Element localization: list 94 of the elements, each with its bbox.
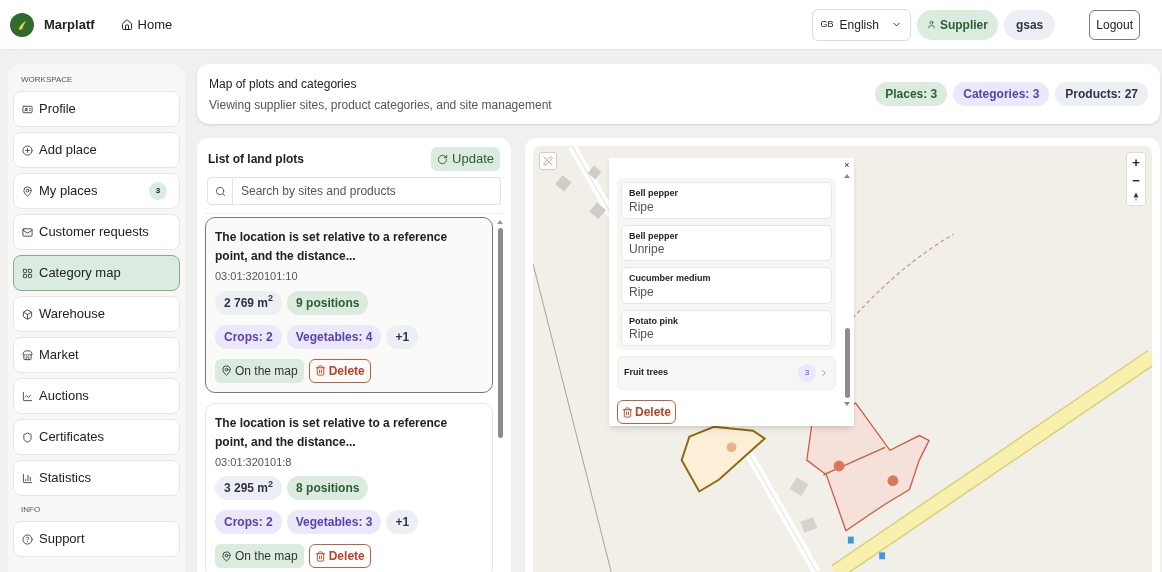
category-row[interactable]: Fruit trees 3 [617,356,836,390]
plot-card[interactable]: The location is set relative to a reference point, and the distance... 03:01:320101:10 2 769 m$^{2}$ 9 positions Crops: 2 Vegetables: 4 +1 On the map Delete [205,217,493,393]
area-badge: 2 769 m$^{2}$ [215,290,283,315]
product-name: Bell pepper [629,229,679,243]
stat-badge: Categories: 3 [953,82,1050,106]
box-icon [22,308,33,320]
trash-icon [314,550,326,562]
sidebar-item[interactable]: Market [13,337,180,373]
sidebar-item[interactable]: My places 3 [13,173,180,209]
chevron-right-icon [819,368,829,378]
home-icon [120,18,133,31]
plot-title: The location is set relative to a reference point, and the distance... [215,414,449,451]
sidebar-item[interactable]: Customer requests [13,214,180,250]
stat-badge: Products: 27 [1055,82,1148,106]
user-icon [926,20,936,29]
page-title: Map of plots and categories [209,75,358,93]
store-icon [22,349,33,361]
product-card[interactable]: Potato pink Ripe [621,309,832,346]
close-button[interactable]: × [844,161,850,170]
tag: +1 [386,324,419,349]
pin-icon [22,185,33,197]
product-state: Ripe [629,328,655,341]
user-badge: gsas [1003,9,1056,40]
delete-button[interactable]: Delete [308,544,371,568]
count-badge: 3 [798,364,816,382]
scrollbar[interactable] [844,328,850,398]
sidebar-item[interactable]: Support [13,521,180,557]
tag: Crops: 2 [215,510,282,534]
plus-icon [22,144,33,156]
section-heading: INFO [20,504,42,516]
product-state: Ripe [629,285,655,299]
scroll-down-icon[interactable] [844,402,850,406]
edit-off-icon[interactable] [539,152,557,170]
sidebar-item[interactable]: Certificates [13,419,180,455]
product-state: Ripe [629,200,655,214]
shield-icon [22,431,33,443]
panel-title: List of land plots [208,151,304,168]
sidebar-item[interactable]: Profile [13,91,180,127]
section-heading: WORKSPACE [20,74,74,86]
sidebar-item[interactable]: Add place [13,132,180,168]
plot-title: The location is set relative to a reference point, and the distance... [215,229,449,265]
trash-icon [622,406,633,418]
area-badge: 3 295 m$^{2}$ [215,476,283,500]
search-icon [214,185,226,197]
product-state: Unripe [629,243,666,256]
help-icon [22,533,33,545]
product-name: Bell pepper [629,187,679,200]
product-name: Cucumber medium [629,272,712,285]
sidebar-item[interactable]: Auctions [13,378,180,414]
zoom-in-button[interactable]: + [1132,153,1140,171]
positions-badge: 8 positions [287,476,369,500]
tag: Vegetables: 4 [286,324,382,349]
tag: +1 [386,510,419,534]
language-select[interactable]: GB English [811,8,911,41]
plot-number: 03:01:320101:8 [215,454,293,470]
profile-icon [22,103,33,115]
sidebar-item[interactable]: Category map [13,255,180,291]
stat-badge: Places: 3 [875,82,948,106]
compass-icon[interactable] [1133,192,1139,202]
show-on-map-button[interactable]: On the map [215,358,304,383]
sidebar-item[interactable]: Statistics [13,460,180,496]
refresh-icon [437,153,449,165]
home-link[interactable]: Home [120,14,173,35]
pin-icon [221,365,232,376]
scroll-up-icon[interactable] [497,220,503,224]
plot-number: 03:01:320101:10 [215,269,299,284]
mail-icon [22,226,33,238]
sidebar-item[interactable]: Warehouse [13,296,180,332]
product-name: Potato pink [629,314,679,328]
pin-icon [221,550,232,562]
chart-icon [22,390,33,402]
product-card[interactable]: Bell pepper Unripe [621,224,832,261]
show-on-map-button[interactable]: On the map [215,544,304,568]
positions-badge: 9 positions [287,290,369,315]
plot-card[interactable]: The location is set relative to a reference point, and the distance... 03:01:320101:8 3 295 m$^{2}$ 8 positions Crops: 2 Vegetables: 3 +1 On the map Delete [205,402,493,572]
tag: Vegetables: 3 [286,510,382,534]
trash-icon [314,365,326,376]
brand-name: Marplatf [44,15,95,34]
role-badge[interactable]: Supplier [916,9,998,40]
zoom-out-button[interactable]: − [1132,171,1140,189]
logo-icon [10,12,34,37]
grid-icon [22,267,33,279]
logout-button[interactable]: Logout [1089,9,1140,40]
update-button[interactable]: Update [431,147,500,171]
chart-icon [22,472,33,484]
product-card[interactable]: Bell pepper Ripe [621,182,832,219]
tag: Crops: 2 [215,324,282,349]
count-badge: 3 [149,182,167,200]
search-field[interactable]: Search by sites and products [233,177,501,205]
scroll-up-icon[interactable] [844,174,850,178]
delete-button[interactable]: Delete [308,358,371,383]
delete-button[interactable]: Delete [617,400,677,424]
page-subtitle: Viewing supplier sites, product categories, and site management [209,96,552,114]
product-card[interactable]: Cucumber medium Ripe [621,267,832,304]
